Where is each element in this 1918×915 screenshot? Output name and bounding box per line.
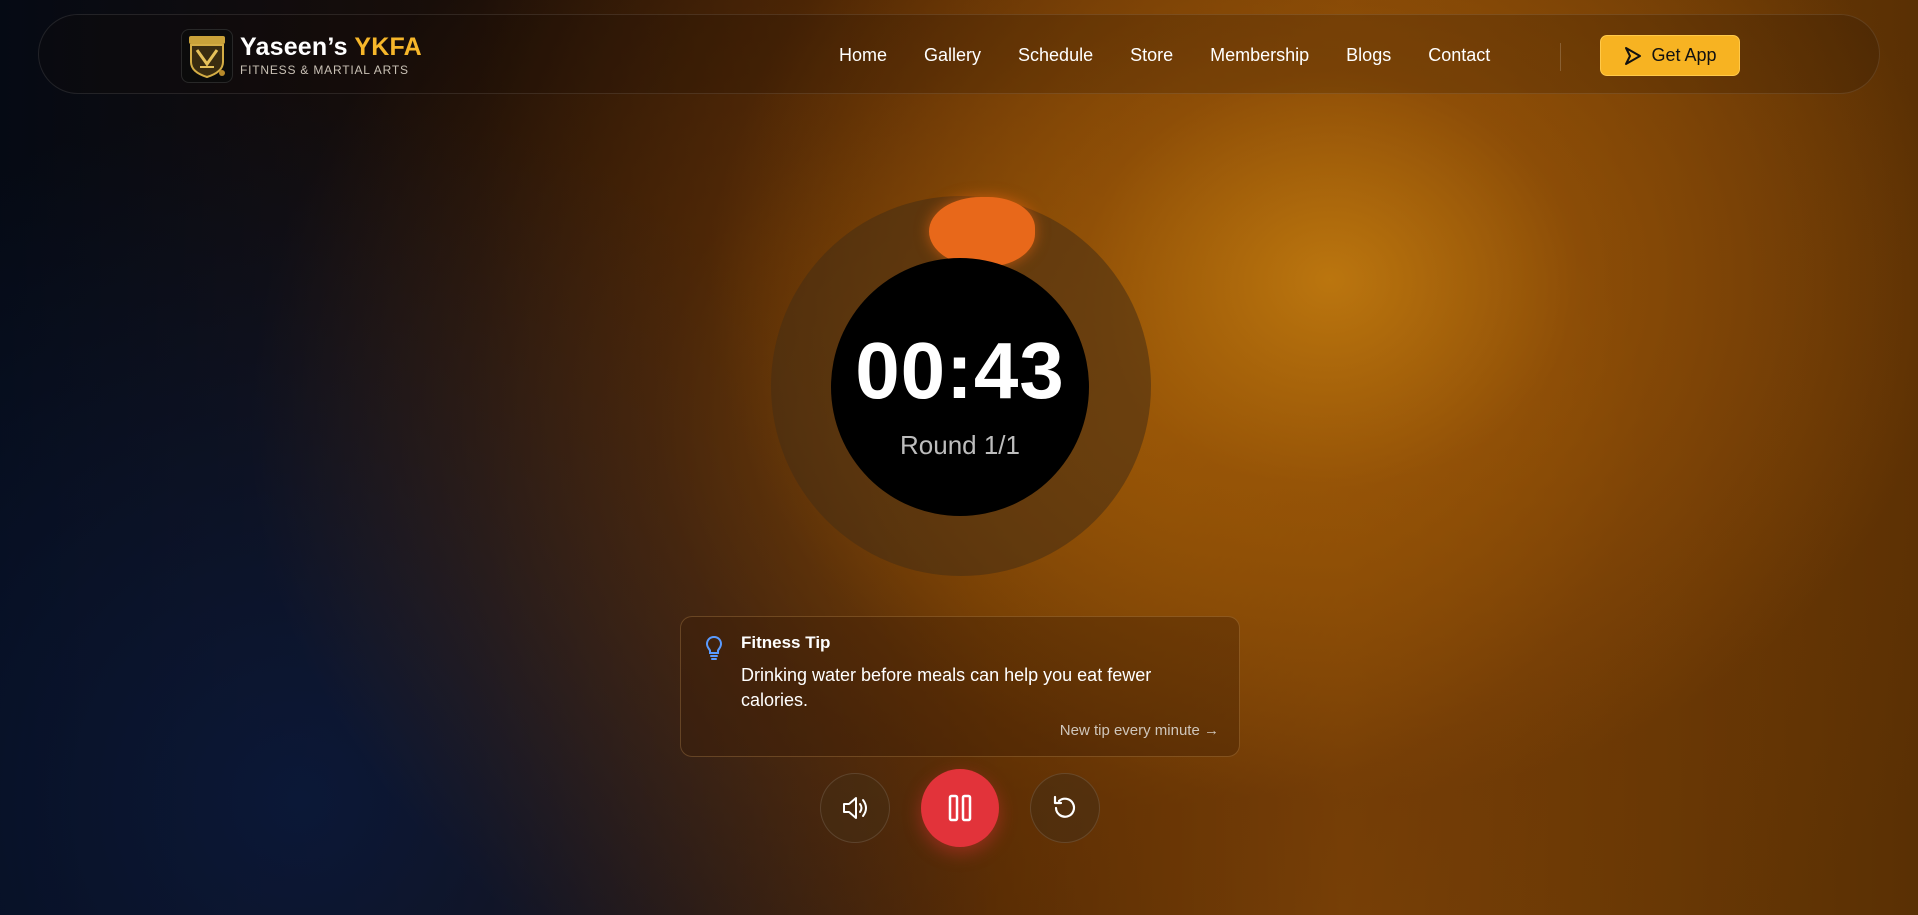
brand-name: Yaseen’s xyxy=(240,33,348,61)
lightbulb-icon xyxy=(705,635,723,660)
get-app-label: Get App xyxy=(1651,45,1717,65)
pause-button[interactable] xyxy=(921,769,999,847)
nav-store[interactable]: Store xyxy=(1130,45,1173,66)
timer-round: Round 1/1 xyxy=(900,430,1020,460)
tip-footer[interactable]: New tip every minute → xyxy=(1060,722,1219,739)
nav-gallery[interactable]: Gallery xyxy=(924,45,981,66)
arrow-play-icon xyxy=(1625,46,1642,65)
brand-accent: YKFA xyxy=(354,33,422,61)
fitness-tip-card: Fitness Tip Drinking water before meals … xyxy=(680,616,1240,757)
brand-subtitle: FITNESS & MARTIAL ARTS xyxy=(240,63,409,77)
site-header: Yaseen’s YKFA FITNESS & MARTIAL ARTS Hom… xyxy=(38,14,1880,94)
nav-home[interactable]: Home xyxy=(839,45,887,66)
tip-title: Fitness Tip xyxy=(741,633,831,652)
reset-icon xyxy=(1053,795,1076,818)
nav-schedule[interactable]: Schedule xyxy=(1018,45,1093,66)
get-app-button[interactable]: Get App xyxy=(1600,35,1740,76)
ykfa-shield-logo-icon xyxy=(189,36,225,78)
nav-membership[interactable]: Membership xyxy=(1210,45,1309,66)
nav-blogs[interactable]: Blogs xyxy=(1346,45,1391,66)
pause-icon xyxy=(948,794,972,822)
timer-time: 00:43 xyxy=(855,326,1065,415)
tip-footer-label: New tip every minute xyxy=(1059,722,1200,739)
tip-text: Drinking water before meals can help you… xyxy=(741,665,1152,710)
brand[interactable]: Yaseen’s YKFA FITNESS & MARTIAL ARTS xyxy=(240,33,422,77)
nav-divider xyxy=(1560,43,1561,71)
speaker-icon xyxy=(843,797,867,819)
main-nav: Home Gallery Schedule Store Membership B… xyxy=(839,15,1527,95)
nav-contact[interactable]: Contact xyxy=(1428,45,1490,66)
timer-progress-indicator xyxy=(929,197,1035,267)
arrow-right-icon: → xyxy=(1204,722,1219,739)
brand-title: Yaseen’s YKFA xyxy=(240,33,422,61)
timer-face: 00:43 Round 1/1 xyxy=(831,258,1089,516)
logo[interactable] xyxy=(181,29,233,83)
reset-button[interactable] xyxy=(1030,773,1100,843)
sound-button[interactable] xyxy=(820,773,890,843)
